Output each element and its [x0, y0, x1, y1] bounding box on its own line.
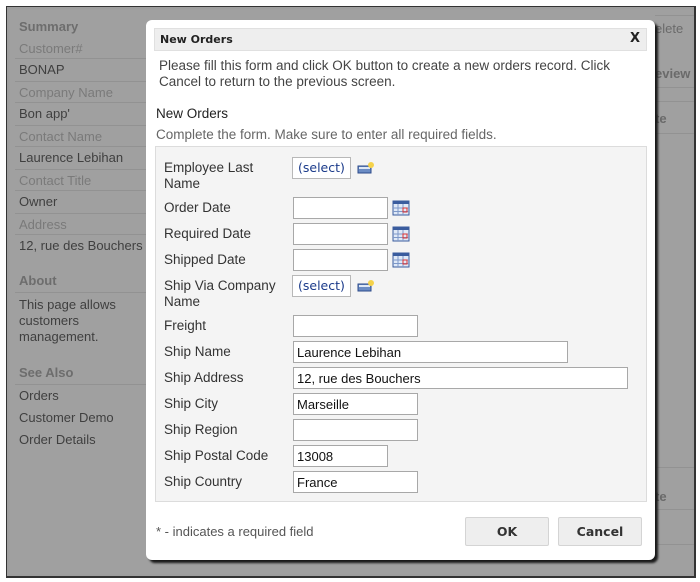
ship-name-input[interactable]: [293, 341, 568, 363]
field-value: BONAP: [15, 58, 155, 81]
label-ship-region: Ship Region: [164, 422, 238, 437]
link-order-details[interactable]: Order Details: [15, 429, 155, 451]
label-ship-postal-code: Ship Postal Code: [164, 448, 269, 463]
field-value: Bon app': [15, 102, 155, 125]
dialog-title: New Orders: [160, 33, 233, 46]
label-employee-last-name: Employee Last Name: [164, 160, 254, 191]
new-record-icon[interactable]: [357, 279, 375, 293]
form-title: New Orders: [156, 106, 229, 121]
about-text: This page allows customers management.: [15, 292, 155, 349]
form-subtitle: Complete the form. Make sure to enter al…: [156, 127, 497, 142]
field-value: 12, rue des Bouchers: [15, 234, 155, 257]
summary-heading: Summary: [19, 19, 79, 34]
ship-via-select[interactable]: (select): [292, 275, 351, 297]
header-fragment: te: [655, 489, 667, 504]
employee-last-name-select[interactable]: (select): [292, 157, 351, 179]
dialog-description: Please fill this form and click OK butto…: [159, 58, 610, 89]
ok-button[interactable]: OK: [465, 517, 549, 546]
calendar-icon[interactable]: [392, 226, 410, 242]
field-value: Owner: [15, 190, 155, 213]
required-date-input[interactable]: [293, 223, 388, 245]
ship-postal-code-input[interactable]: [293, 445, 388, 467]
calendar-icon[interactable]: [392, 252, 410, 268]
label-freight: Freight: [164, 318, 207, 333]
link-customer-demo[interactable]: Customer Demo: [15, 407, 155, 429]
ship-country-input[interactable]: [293, 471, 418, 493]
ship-address-input[interactable]: [293, 367, 628, 389]
label-ship-country: Ship Country: [164, 474, 243, 489]
form-fields-panel: Employee Last Name (select) Order Date R…: [155, 146, 647, 502]
field-label: Contact Title: [15, 169, 155, 190]
ship-city-input[interactable]: [293, 393, 418, 415]
see-also-heading: See Also: [19, 365, 74, 380]
close-icon[interactable]: X: [630, 31, 640, 46]
label-ship-city: Ship City: [164, 396, 219, 411]
label-ship-name: Ship Name: [164, 344, 231, 359]
freight-input[interactable]: [293, 315, 418, 337]
label-ship-via: Ship Via Company Name: [164, 278, 276, 309]
label-order-date: Order Date: [164, 200, 231, 215]
sidebar: Summary Customer# BONAP Company Name Bon…: [15, 15, 155, 451]
label-required-date: Required Date: [164, 226, 252, 241]
about-heading: About: [19, 273, 57, 288]
field-label: Customer#: [19, 41, 83, 56]
shipped-date-input[interactable]: [293, 249, 388, 271]
required-field-note: * - indicates a required field: [156, 524, 314, 539]
header-fragment: te: [655, 111, 667, 126]
ship-region-input[interactable]: [293, 419, 418, 441]
new-record-icon[interactable]: [357, 161, 375, 175]
label-ship-address: Ship Address: [164, 370, 244, 385]
delete-link-fragment: elete: [655, 21, 684, 36]
order-date-input[interactable]: [293, 197, 388, 219]
link-orders[interactable]: Orders: [15, 385, 155, 407]
field-value: Laurence Lebihan: [15, 146, 155, 169]
calendar-icon[interactable]: [392, 200, 410, 216]
field-label: Address: [15, 213, 155, 234]
field-label: Contact Name: [15, 125, 155, 146]
cancel-button[interactable]: Cancel: [558, 517, 642, 546]
label-shipped-date: Shipped Date: [164, 252, 246, 267]
review-fragment: eview: [655, 66, 691, 81]
dialog-titlebar[interactable]: New Orders X: [154, 28, 647, 51]
new-orders-dialog: New Orders X Please fill this form and c…: [146, 20, 655, 560]
field-label: Company Name: [15, 81, 155, 102]
background-right-panel: elete eview te te: [655, 9, 694, 576]
